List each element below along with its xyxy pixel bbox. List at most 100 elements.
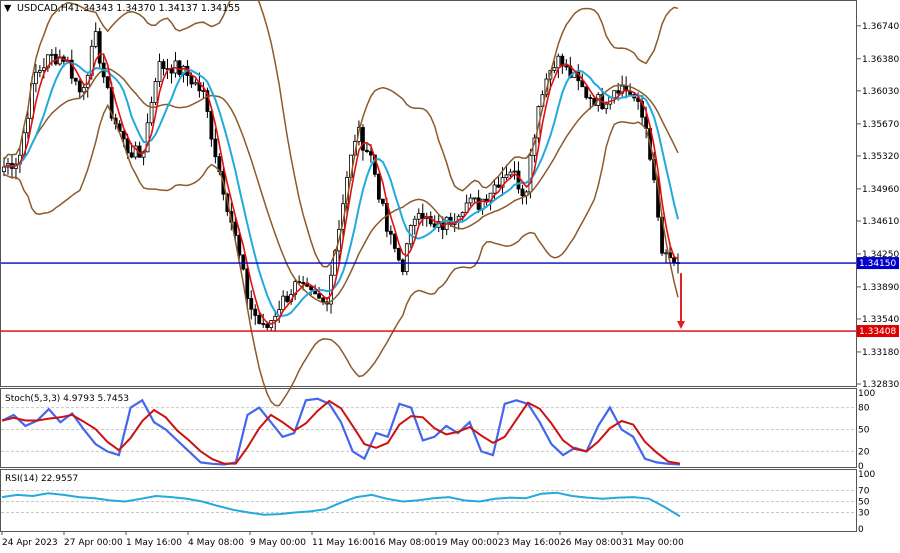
candle-body: [376, 173, 381, 200]
price-tick-label: 1.34960: [862, 185, 899, 195]
price-tick-label: 1.36740: [862, 22, 899, 32]
candle-body: [508, 171, 513, 176]
time-tick-label: 27 Apr 00:00: [64, 538, 123, 548]
time-tick-label: 31 May 00:00: [622, 538, 684, 548]
candle-body: [556, 55, 561, 69]
price-tick-label: 1.36030: [862, 87, 899, 97]
price-tick-label: 1.32830: [862, 380, 899, 390]
candle-body: [564, 65, 569, 68]
candle-body: [552, 67, 557, 71]
candle-body: [241, 254, 246, 270]
candle-body: [245, 268, 250, 299]
candle-body: [388, 230, 393, 235]
time-tick-label: 1 May 16:00: [126, 538, 182, 548]
time-tick-label: 11 May 16:00: [312, 538, 374, 548]
candle-body: [81, 87, 86, 93]
candle-body: [496, 184, 501, 188]
oscillator-tick-label: 70: [858, 487, 870, 497]
candle-body: [584, 86, 589, 98]
candle-body: [161, 61, 166, 69]
price-tick-label: 1.35320: [862, 152, 899, 162]
triangle-down-icon[interactable]: ▼: [4, 3, 12, 14]
candle-body: [476, 197, 481, 210]
price-tick-label: 1.35670: [862, 120, 899, 130]
candle-body: [472, 197, 477, 200]
time-tick-label: 4 May 08:00: [188, 538, 244, 548]
symbol-timeframe: USDCAD,H4: [17, 3, 74, 14]
price-tick-label: 1.33540: [862, 315, 899, 325]
candle-body: [73, 77, 78, 82]
candle-body: [396, 248, 401, 261]
candle-body: [285, 295, 290, 302]
candle-body: [193, 82, 198, 85]
time-tick-label: 24 Apr 2023: [2, 538, 58, 548]
oscillator-tick-label: 80: [858, 404, 870, 414]
candle-body: [321, 297, 325, 303]
time-tick-label: 16 May 08:00: [374, 538, 436, 548]
candle-body: [37, 70, 42, 73]
ohlc-readout: 1.34343 1.34370 1.34137 1.34155: [74, 3, 240, 14]
candle-body: [257, 315, 262, 324]
candle-body: [528, 154, 533, 193]
candle-body: [77, 80, 82, 93]
price-level-tag-text: 1.33408: [859, 327, 896, 337]
candle-body: [404, 243, 409, 272]
candle-body: [249, 298, 254, 310]
candle-body: [380, 198, 385, 204]
candle-body: [49, 53, 54, 56]
candle-body: [400, 259, 405, 272]
oscillator-tick-label: 0: [858, 525, 864, 535]
candle-body: [97, 31, 102, 64]
candle-body: [460, 212, 465, 217]
price-tick-label: 1.36380: [862, 55, 899, 65]
time-tick-label: 9 May 00:00: [250, 538, 306, 548]
candle-body: [265, 323, 270, 328]
candle-body: [664, 252, 668, 255]
price-tick-label: 1.34610: [862, 217, 899, 227]
oscillator-tick-label: 50: [858, 426, 870, 436]
time-tick-label: 23 May 16:00: [498, 538, 560, 548]
candle-body: [201, 90, 206, 93]
candle-body: [612, 90, 617, 98]
candle-body: [237, 235, 242, 256]
candle-body: [492, 184, 497, 194]
time-axis: 24 Apr 2023 27 Apr 00:00 1 May 16:00 4 May …: [1, 531, 684, 548]
main-panel-frame: [0, 0, 857, 387]
candle-body: [520, 188, 525, 197]
candle-body: [392, 233, 397, 249]
candle-body: [412, 218, 417, 226]
candle-body: [129, 152, 134, 158]
candle-body: [281, 295, 286, 311]
candle-body: [273, 315, 278, 321]
candle-body: [173, 60, 178, 74]
oscillator-tick-label: 100: [858, 389, 875, 399]
candle-body: [301, 282, 306, 284]
candle-body: [26, 117, 30, 134]
candle-body: [588, 97, 593, 99]
price-level-tag-text: 1.34150: [859, 259, 896, 269]
oscillator-tick-label: 100: [858, 470, 875, 480]
candle-body: [604, 103, 609, 110]
candle-body: [672, 257, 676, 263]
candle-body: [365, 149, 369, 152]
candle-body: [213, 138, 218, 158]
candle-body: [177, 60, 182, 76]
price-axis: 1.36740 1.36380 1.36030 1.35670 1.35320 1.349…: [856, 22, 899, 390]
candle-body: [369, 151, 373, 156]
candle-body: [153, 81, 158, 103]
candle-body: [261, 323, 266, 325]
time-tick-label: 19 May 00:00: [436, 538, 498, 548]
price-tick-label: 1.33180: [862, 348, 899, 358]
time-tick-label: 26 May 08:00: [560, 538, 622, 548]
candle-body: [2, 166, 6, 173]
oscillator-tick-label: 20: [858, 447, 870, 457]
candle-body: [253, 308, 258, 316]
candle-body: [34, 71, 38, 85]
candle-body: [416, 213, 421, 220]
oscillator-tick-label: 30: [858, 509, 870, 519]
candle-body: [157, 61, 162, 82]
candle-body: [189, 75, 194, 85]
stochastic-label: Stoch(5,3,3) 4.9793 5.7453: [5, 394, 129, 404]
price-tick-label: 1.33890: [862, 283, 899, 293]
candle-body: [516, 170, 521, 190]
